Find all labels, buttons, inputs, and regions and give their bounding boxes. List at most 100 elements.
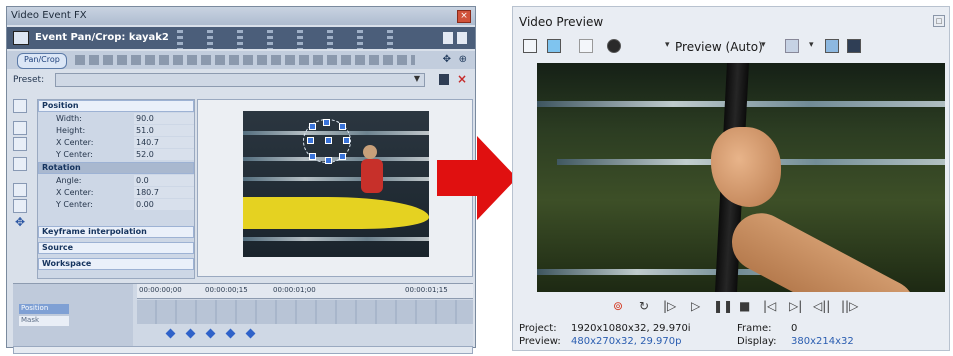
ruler-tick-label: 00:00:01;00 (273, 286, 316, 294)
overlays-icon[interactable] (785, 39, 799, 53)
window-options-icon[interactable]: □ (933, 15, 945, 27)
filmstrip-decoration (387, 27, 393, 49)
ruler-tick-label: 00:00:00;15 (205, 286, 248, 294)
tab-pan-crop[interactable]: Pan/Crop (17, 53, 67, 69)
timeline-track[interactable] (137, 300, 473, 324)
magnifier-icon[interactable] (13, 137, 27, 151)
track-position[interactable]: Position (19, 304, 69, 314)
crop-handle[interactable] (343, 137, 350, 144)
crop-handle[interactable] (339, 123, 346, 130)
delete-preset-icon[interactable]: × (457, 72, 467, 86)
param-value-input[interactable]: 52.0 (134, 149, 194, 160)
crop-handle[interactable] (323, 119, 330, 126)
preview-label: Preview: (519, 336, 561, 347)
next-frame-icon[interactable]: ||▷ (841, 299, 858, 313)
project-properties-icon[interactable] (523, 39, 537, 53)
close-icon[interactable]: × (457, 10, 471, 23)
parameters-panel: Position Width: 90.0 Height: 51.0 X Cent… (37, 99, 195, 279)
add-plugin-icon[interactable]: ✥ (443, 54, 451, 65)
section-position[interactable]: Position (38, 100, 194, 112)
filmstrip-decoration (267, 27, 273, 49)
param-value-input[interactable]: 0.0 (134, 175, 194, 186)
filmstrip-decoration (177, 27, 183, 49)
remove-plugin-icon[interactable]: ⊕ (459, 54, 467, 65)
keyframe-marker[interactable] (185, 328, 196, 339)
crop-handle[interactable] (309, 123, 316, 130)
keyframe-marker[interactable] (245, 328, 256, 339)
transport-controls: ⊚ ↻ |▷ ▷ ❚❚ ■ |◁ ▷| ◁|| ||▷ (613, 299, 873, 317)
plugin-chain-icon[interactable] (443, 32, 453, 44)
display-value: 380x214x32 (791, 336, 854, 347)
preset-bar: Preset: ▼ × (7, 71, 475, 91)
param-value-input[interactable]: 140.7 (134, 137, 194, 148)
timeline-ruler[interactable]: 00:00:00;00 00:00:00;15 00:00:01;00 00:0… (137, 284, 473, 299)
save-snapshot-icon[interactable] (847, 39, 861, 53)
timeline-track-headers: Position Mask (13, 284, 133, 346)
param-angle: Angle: 0.0 (38, 175, 194, 187)
loop-playback-icon[interactable]: ↻ (639, 299, 649, 313)
frame-label: Frame: (737, 323, 772, 334)
zoom-tool-icon[interactable] (13, 121, 27, 135)
save-preset-icon[interactable] (439, 74, 449, 85)
previous-frame-icon[interactable]: ◁|| (813, 299, 830, 313)
keyframe-marker[interactable] (165, 328, 176, 339)
crop-handle[interactable] (325, 137, 332, 144)
chevron-down-icon[interactable]: ▾ (761, 40, 766, 50)
size-about-center-icon[interactable] (13, 199, 27, 213)
pause-icon[interactable]: ❚❚ (713, 299, 733, 313)
param-rotation-y-center: Y Center: 0.00 (38, 199, 194, 211)
param-value-input[interactable]: 180.7 (134, 187, 194, 198)
normal-edit-tool-icon[interactable] (13, 99, 27, 113)
crop-handle[interactable] (307, 137, 314, 144)
keyframe-marker[interactable] (205, 328, 216, 339)
filmstrip-decoration (357, 27, 363, 49)
preset-dropdown[interactable]: ▼ (55, 73, 425, 87)
section-source[interactable]: Source (38, 242, 194, 254)
preview-stats: Project: 1920x1080x32, 29.970i Preview: … (519, 323, 947, 351)
water-streak (243, 237, 429, 241)
param-x-center: X Center: 140.7 (38, 137, 194, 149)
crop-handle[interactable] (325, 157, 332, 164)
fx-plugin-toolbar: Event Pan/Crop: kayak2 (7, 27, 475, 49)
param-value-input[interactable]: 0.00 (134, 199, 194, 210)
plugin-properties-icon[interactable] (457, 32, 467, 44)
keyframe-marker[interactable] (225, 328, 236, 339)
chevron-down-icon[interactable]: ▾ (665, 40, 670, 50)
project-value: 1920x1080x32, 29.970i (571, 323, 691, 334)
keyframe-timeline: Position Mask 00:00:00;00 00:00:00;15 00… (13, 283, 473, 346)
horizontal-scrollbar[interactable] (13, 346, 473, 354)
go-to-end-icon[interactable]: ▷| (789, 299, 802, 313)
param-y-center: Y Center: 52.0 (38, 149, 194, 161)
param-value-input[interactable]: 51.0 (134, 125, 194, 136)
preview-video-frame[interactable] (537, 63, 945, 292)
crop-handle[interactable] (309, 153, 316, 160)
arm (721, 203, 926, 292)
source-frame-image[interactable] (243, 111, 429, 257)
plugin-icon[interactable] (13, 31, 29, 45)
go-to-start-icon[interactable]: |◁ (763, 299, 776, 313)
param-value-input[interactable]: 90.0 (134, 113, 194, 124)
section-rotation[interactable]: Rotation (38, 162, 194, 174)
record-button-icon[interactable]: ⊚ (613, 299, 623, 313)
split-screen-icon[interactable] (607, 39, 621, 53)
track-mask[interactable]: Mask (19, 316, 69, 326)
project-label: Project: (519, 323, 557, 334)
external-monitor-icon[interactable] (547, 39, 561, 53)
kayak (243, 197, 429, 229)
lock-aspect-icon[interactable] (13, 183, 27, 197)
crop-handle[interactable] (339, 153, 346, 160)
ruler-tick-label: 00:00:01;15 (405, 286, 448, 294)
section-workspace[interactable]: Workspace (38, 258, 194, 270)
stop-icon[interactable]: ■ (739, 299, 750, 313)
fx-icon[interactable] (579, 39, 593, 53)
chevron-down-icon[interactable]: ▾ (809, 40, 814, 50)
copy-snapshot-icon[interactable] (825, 39, 839, 53)
play-from-start-icon[interactable]: |▷ (663, 299, 676, 313)
move-icon[interactable]: ✥ (15, 215, 25, 229)
fx-window-title: Video Event FX (11, 10, 87, 21)
play-icon[interactable]: ▷ (691, 299, 700, 313)
section-keyframe-interpolation[interactable]: Keyframe interpolation (38, 226, 194, 238)
param-label: Height: (56, 126, 86, 135)
toggle-grid-icon[interactable] (13, 157, 27, 171)
preview-quality-dropdown[interactable]: Preview (Auto) (675, 40, 763, 54)
